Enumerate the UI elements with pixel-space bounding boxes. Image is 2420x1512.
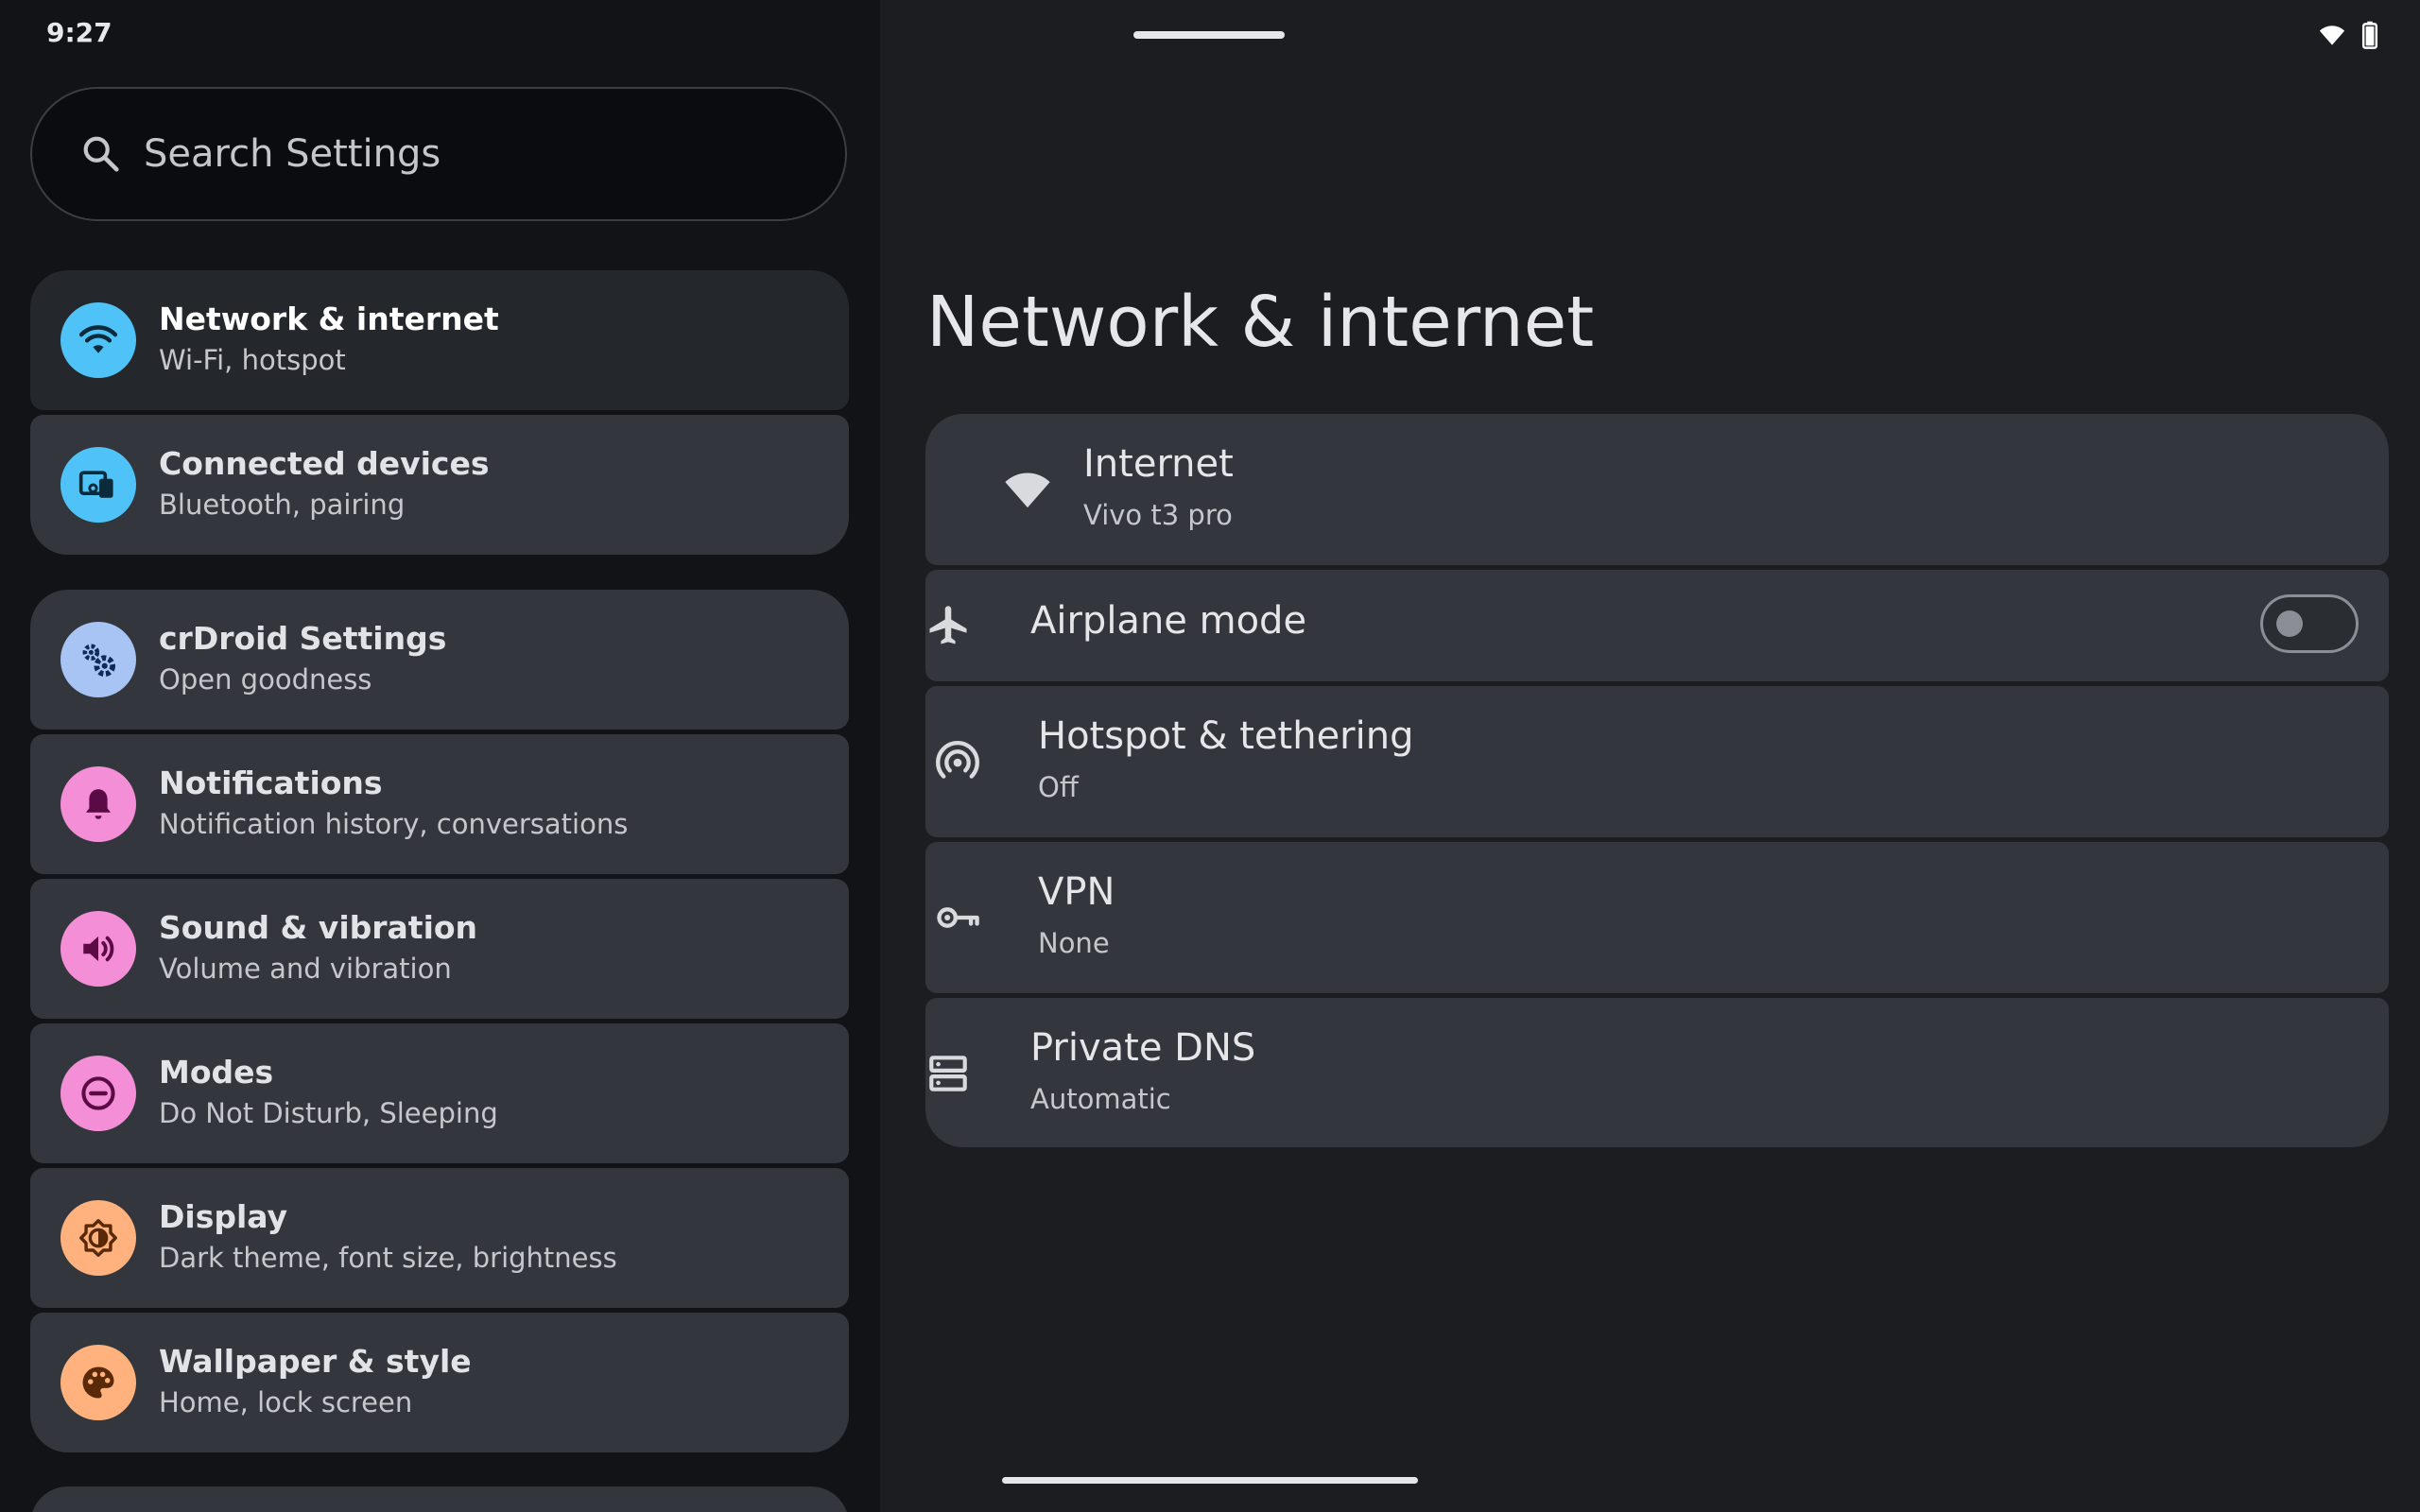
sidebar-item-summary: Do Not Disturb, Sleeping (159, 1097, 498, 1129)
status-icons (2316, 21, 2378, 49)
sidebar-item-notifications[interactable]: Notifications Notification history, conv… (30, 734, 849, 874)
search-input[interactable]: Search Settings (30, 87, 847, 221)
private-dns-row[interactable]: Private DNS Automatic (925, 998, 2389, 1147)
wifi-status-icon (2319, 26, 2345, 45)
sidebar-item-display[interactable]: Display Dark theme, font size, brightnes… (30, 1168, 849, 1308)
sidebar-item-label: crDroid Settings (159, 620, 447, 657)
wifi-icon (1001, 463, 1054, 516)
toggle-knob (2276, 610, 2303, 637)
hotspot-icon (931, 735, 984, 788)
row-summary: Vivo t3 pro (1083, 499, 1233, 531)
row-title: VPN (1038, 870, 1115, 914)
vpn-row[interactable]: VPN None (925, 842, 2389, 993)
wifi-icon (60, 302, 136, 378)
sidebar-item-label: Network & internet (159, 301, 499, 337)
airplane-mode-row[interactable]: Airplane mode (925, 570, 2389, 681)
battery-icon (2361, 21, 2378, 49)
row-summary: Off (1038, 771, 1079, 803)
sidebar-item-label: Notifications (159, 765, 383, 801)
row-summary: None (1038, 927, 1110, 959)
settings-sidebar: 9:27 Search Settings Network & internet … (0, 0, 880, 1512)
sidebar-item-label: Display (159, 1198, 288, 1235)
sidebar-item-summary: Home, lock screen (159, 1386, 413, 1418)
top-drag-handle[interactable] (1133, 31, 1285, 39)
devices-icon (60, 447, 136, 523)
search-icon (83, 136, 119, 172)
airplane-icon (922, 599, 975, 652)
sidebar-item-summary: Bluetooth, pairing (159, 489, 406, 521)
sidebar-item-summary: Wi-Fi, hotspot (159, 344, 346, 376)
sidebar-item-label: Modes (159, 1054, 274, 1091)
row-title: Private DNS (1030, 1026, 1256, 1070)
sidebar-item-wallpaper-style[interactable]: Wallpaper & style Home, lock screen (30, 1313, 849, 1452)
gears-icon (60, 622, 136, 697)
sidebar-item-label: Wallpaper & style (159, 1343, 472, 1380)
sidebar-item-crdroid-settings[interactable]: crDroid Settings Open goodness (30, 590, 849, 730)
sidebar-item-summary: Dark theme, font size, brightness (159, 1242, 617, 1274)
sidebar-item-next[interactable] (30, 1486, 849, 1512)
sidebar-item-label: Sound & vibration (159, 909, 478, 946)
internet-row[interactable]: Internet Vivo t3 pro (925, 414, 2389, 565)
row-title: Internet (1083, 442, 1234, 486)
hotspot-tethering-row[interactable]: Hotspot & tethering Off (925, 686, 2389, 837)
palette-icon (60, 1345, 136, 1420)
sidebar-item-summary: Open goodness (159, 663, 372, 696)
network-internet-page: Network & internet Internet Vivo t3 pro … (880, 0, 2420, 1512)
row-title: Airplane mode (1030, 599, 1307, 643)
status-time: 9:27 (46, 17, 112, 48)
sidebar-item-summary: Notification history, conversations (159, 808, 629, 840)
sidebar-item-modes[interactable]: Modes Do Not Disturb, Sleeping (30, 1023, 849, 1163)
search-placeholder: Search Settings (144, 132, 441, 176)
brightness-icon (60, 1200, 136, 1276)
speaker-icon (60, 911, 136, 987)
page-title: Network & internet (926, 282, 1595, 363)
row-title: Hotspot & tethering (1038, 714, 1414, 758)
airplane-mode-toggle[interactable] (2260, 594, 2359, 653)
bell-icon (60, 766, 136, 842)
sidebar-item-summary: Volume and vibration (159, 953, 452, 985)
dns-icon (922, 1047, 975, 1100)
key-icon (931, 891, 984, 944)
sidebar-item-label: Connected devices (159, 445, 490, 482)
navigation-handle[interactable] (1002, 1477, 1418, 1484)
do-not-disturb-icon (60, 1056, 136, 1131)
sidebar-item-connected-devices[interactable]: Connected devices Bluetooth, pairing (30, 415, 849, 555)
settings-screen: 9:27 Search Settings Network & internet … (0, 0, 2420, 1512)
sidebar-item-sound-vibration[interactable]: Sound & vibration Volume and vibration (30, 879, 849, 1019)
row-summary: Automatic (1030, 1083, 1171, 1115)
sidebar-item-network-internet[interactable]: Network & internet Wi-Fi, hotspot (30, 270, 849, 410)
